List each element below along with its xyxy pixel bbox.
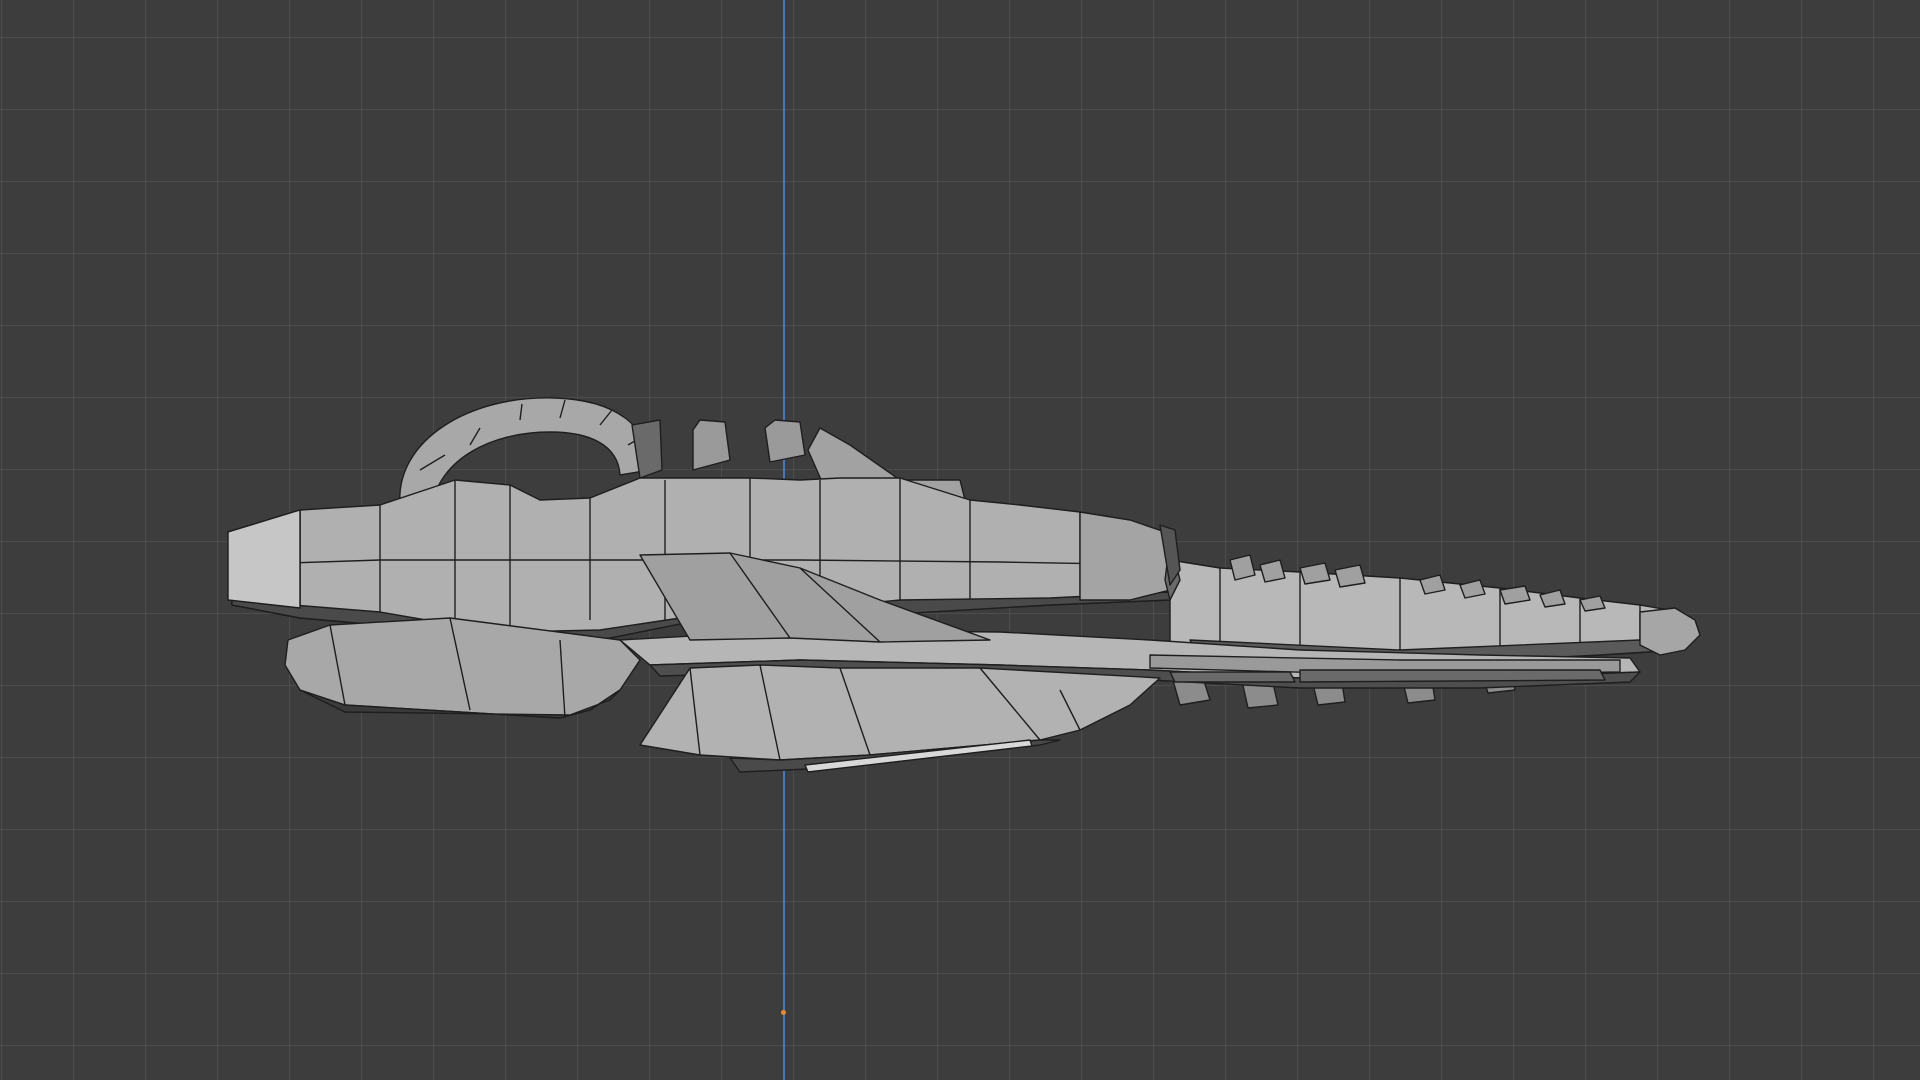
spaceship-mesh-icon[interactable] (0, 0, 1920, 1080)
dorsal-fin-2 (764, 419, 806, 463)
engine-segment (227, 509, 301, 609)
origin-point (781, 1010, 786, 1015)
3d-viewport[interactable] (0, 0, 1920, 1080)
nose-tip (1639, 607, 1701, 656)
dorsal-fin-1 (692, 419, 731, 471)
lower-delta-wing (639, 664, 1161, 761)
